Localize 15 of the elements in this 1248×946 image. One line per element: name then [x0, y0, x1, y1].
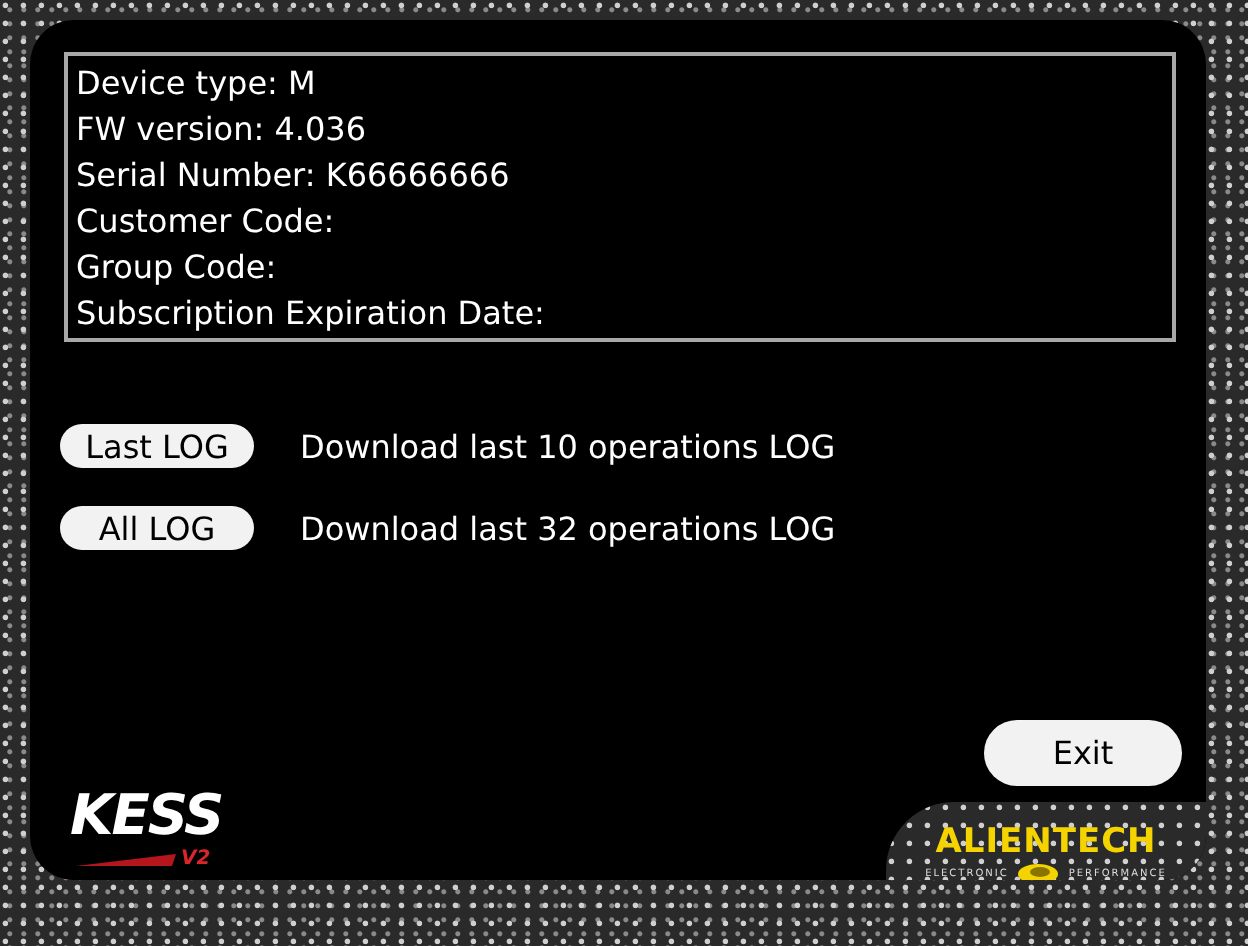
product-version: V2	[180, 848, 211, 870]
info-text: Subscription Expiration Date:	[76, 292, 547, 336]
info-text: Serial Number: K66666666	[76, 154, 512, 198]
info-text: Device type: M	[76, 62, 318, 106]
brand-logo-text: ALIENTECH	[935, 822, 1157, 862]
exit-button[interactable]: Exit	[984, 720, 1182, 786]
log-description: Download last 32 operations LOG	[300, 509, 836, 547]
product-logo-text: KESS	[70, 786, 223, 846]
brand-emblem-icon	[1016, 862, 1061, 880]
info-text: FW version: 4.036	[76, 108, 368, 152]
log-button[interactable]: All LOG	[60, 506, 254, 550]
log-description: Download last 10 operations LOG	[300, 427, 836, 465]
info-text: Group Code:	[76, 246, 279, 290]
info-text: Customer Code:	[76, 200, 337, 244]
log-button[interactable]: Last LOG	[60, 424, 254, 468]
